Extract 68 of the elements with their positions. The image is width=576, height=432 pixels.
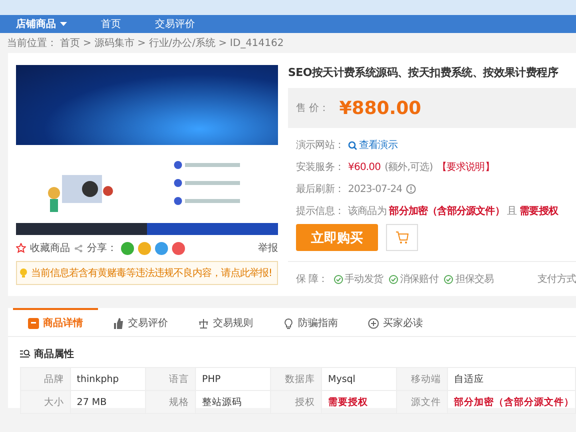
- attribute-name: 源文件: [396, 390, 448, 414]
- notice-text: 该商品为 部分加密（含部分源文件） 且 需要授权: [348, 204, 558, 218]
- install-price: ¥60.00: [348, 162, 381, 172]
- plus-circle-icon: [368, 318, 379, 328]
- breadcrumb-label: 当前位置：: [7, 36, 57, 50]
- breadcrumb-link[interactable]: ID_414162: [230, 38, 284, 48]
- nav-item[interactable]: 交易评价: [155, 17, 209, 31]
- attribute-value: Mysql: [322, 368, 397, 390]
- cart-button[interactable]: [386, 224, 418, 251]
- share-label: 分享：: [87, 242, 117, 255]
- attribute-name: 移动端: [396, 368, 448, 390]
- info-icon: [406, 184, 416, 194]
- attribute-name: 品牌: [20, 368, 70, 390]
- list-search-icon: [20, 349, 31, 359]
- guarantee-label: 保 障：: [296, 272, 328, 286]
- guarantee-item: 担保交易: [455, 272, 494, 286]
- star-icon: [16, 243, 26, 253]
- nav-item[interactable]: 店铺商品: [16, 17, 81, 31]
- guarantee-item: 手动发货: [344, 272, 383, 286]
- product-title: SEO按天计费系统源码、按天扣费系统、按效果计费程序: [288, 65, 560, 80]
- lightbulb-icon: [283, 318, 294, 328]
- check-circle-icon: [389, 274, 398, 284]
- demo-label: 演示网站：: [296, 138, 344, 152]
- attribute-name: 语言: [146, 368, 196, 390]
- favorite-link[interactable]: 收藏商品: [30, 241, 70, 255]
- lightbulb-icon: [19, 268, 28, 278]
- breadcrumb-link[interactable]: 源码集市: [94, 36, 134, 50]
- refresh-label: 最后刷新：: [296, 182, 344, 196]
- detail-tab[interactable]: 买家必读: [353, 308, 438, 336]
- notice-label: 提示信息：: [296, 204, 344, 218]
- detail-tab[interactable]: 防骗指南: [268, 308, 353, 336]
- check-circle-icon: [334, 274, 343, 284]
- scale-icon: [198, 318, 209, 328]
- attributes-title: 商品属性: [34, 347, 74, 361]
- refresh-date: 2023-07-24: [348, 184, 402, 194]
- detail-tab[interactable]: 交易评价: [98, 308, 183, 336]
- share-icon: [74, 244, 83, 252]
- document-icon: [28, 318, 39, 328]
- demo-link[interactable]: 查看演示: [348, 138, 398, 152]
- guarantee-item: 消保赔付: [400, 272, 438, 286]
- nav-item[interactable]: 首页: [101, 17, 135, 31]
- install-label: 安装服务：: [296, 160, 344, 174]
- breadcrumb-separator: >: [137, 38, 146, 48]
- report-link[interactable]: 举报: [258, 241, 278, 255]
- buy-now-button[interactable]: 立即购买: [296, 224, 378, 251]
- requirements-link[interactable]: 【要求说明】: [436, 160, 494, 174]
- attribute-name: 大小: [20, 390, 70, 414]
- attribute-value: thinkphp: [70, 368, 146, 390]
- price-value: ¥880.00: [339, 98, 422, 118]
- breadcrumb-separator: >: [83, 38, 92, 48]
- attribute-value: 部分加密（含部分源文件）: [447, 390, 576, 414]
- attribute-name: 授权: [270, 390, 322, 414]
- attribute-value: 自适应: [447, 368, 576, 390]
- price-label: 售 价：: [296, 102, 330, 115]
- attribute-name: 规格: [146, 390, 196, 414]
- attribute-name: 数据库: [270, 368, 322, 390]
- detail-tab[interactable]: 商品详情: [13, 308, 98, 336]
- cart-icon: [395, 231, 409, 244]
- payment-link[interactable]: 支付方式: [538, 272, 576, 286]
- search-icon: [348, 140, 358, 150]
- detail-tab[interactable]: 交易规则: [183, 308, 268, 336]
- install-note: (额外,可选): [384, 160, 433, 174]
- breadcrumb-link[interactable]: 首页: [60, 36, 80, 50]
- breadcrumb-separator: >: [218, 38, 227, 48]
- check-circle-icon: [444, 274, 454, 284]
- attribute-value: PHP: [196, 368, 271, 390]
- breadcrumb-link[interactable]: 行业/办公/系统: [148, 36, 216, 50]
- thumbs-up-icon: [113, 318, 124, 328]
